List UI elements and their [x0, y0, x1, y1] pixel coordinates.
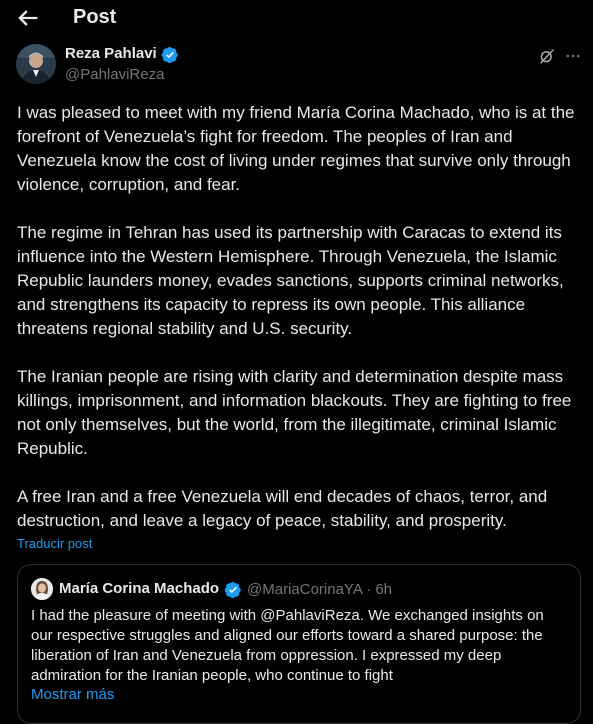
- post-paragraph: The Iranian people are rising with clari…: [17, 367, 572, 458]
- post-paragraph: A free Iran and a free Venezuela will en…: [17, 487, 548, 530]
- show-more-link[interactable]: Mostrar más: [31, 686, 114, 703]
- quoted-author-name[interactable]: María Corina Machado: [59, 580, 219, 597]
- avatar[interactable]: [16, 44, 56, 84]
- author-handle[interactable]: @PahlaviReza: [65, 66, 164, 83]
- quoted-handle-time[interactable]: @MariaCorinaYA · 6h: [247, 581, 392, 598]
- post-text: I was pleased to meet with my friend Mar…: [17, 101, 577, 557]
- translate-post-link[interactable]: Traducir post: [17, 536, 92, 551]
- arrow-left-icon: [18, 10, 38, 26]
- quoted-avatar-image: [31, 578, 53, 600]
- verified-badge-icon: [161, 46, 178, 64]
- post-paragraph: The regime in Tehran has used its partne…: [17, 223, 564, 338]
- author-name[interactable]: Reza Pahlavi: [65, 45, 157, 62]
- more-horizontal-icon[interactable]: [564, 47, 582, 65]
- back-button[interactable]: [14, 4, 42, 32]
- verified-badge-icon: [224, 581, 241, 599]
- post-header: Post: [0, 0, 593, 38]
- author-avatar-image: [16, 44, 56, 84]
- quoted-avatar[interactable]: [31, 578, 53, 600]
- grok-icon[interactable]: [538, 47, 556, 65]
- quoted-post[interactable]: María Corina Machado @MariaCorinaYA · 6h…: [17, 564, 581, 724]
- post-paragraph: I was pleased to meet with my friend Mar…: [17, 103, 575, 194]
- quoted-post-text: I had the pleasure of meeting with @Pahl…: [31, 607, 544, 684]
- page-title: Post: [73, 6, 117, 28]
